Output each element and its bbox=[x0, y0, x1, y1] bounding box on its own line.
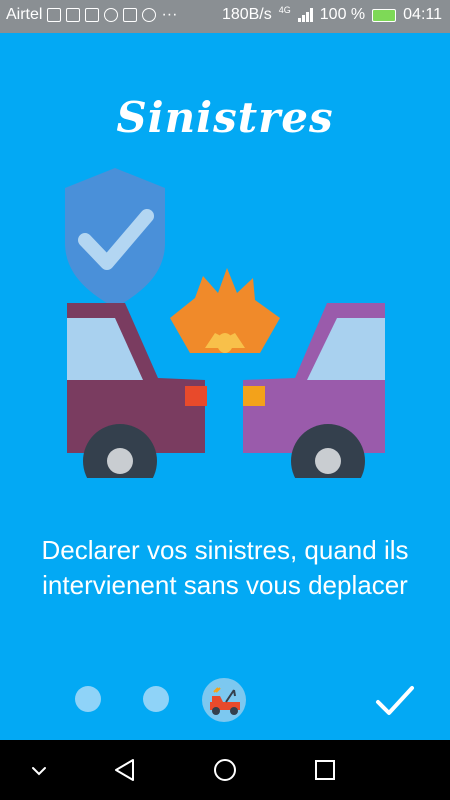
messenger-icon bbox=[142, 8, 157, 22]
status-right: 180B/s 4G 100 % 04:11 bbox=[221, 4, 442, 24]
page-title: Sinistres bbox=[116, 93, 334, 142]
page-indicator-dot-3-active[interactable] bbox=[202, 678, 246, 722]
status-left: Airtel ··· bbox=[6, 6, 177, 24]
onboarding-description: Declarer vos sinistres, quand ils interv… bbox=[41, 535, 409, 600]
battery-percent: 100 % bbox=[319, 6, 366, 23]
tow-truck-icon bbox=[210, 687, 240, 715]
signal-icon bbox=[297, 8, 313, 22]
page-indicator-dot-2[interactable] bbox=[143, 686, 169, 712]
recents-icon[interactable] bbox=[308, 754, 342, 786]
onboarding-screen[interactable]: Sinistres Declarer vos sinistres, quand … bbox=[0, 33, 450, 740]
network-type: 4G bbox=[278, 4, 291, 15]
sim-icon bbox=[47, 8, 62, 22]
clock: 04:11 bbox=[403, 6, 442, 23]
car-crash-insurance-icon bbox=[65, 168, 385, 478]
car-icon bbox=[66, 8, 81, 22]
status-bar: Airtel ··· 180B/s 4G 100 % 04:11 bbox=[0, 0, 450, 33]
home-icon[interactable] bbox=[208, 754, 242, 786]
explosion-icon bbox=[170, 268, 280, 353]
navigation-bar bbox=[0, 740, 450, 800]
page-indicator-dot-1[interactable] bbox=[75, 686, 101, 712]
walk-icon bbox=[85, 8, 100, 22]
network-speed: 180B/s bbox=[221, 6, 272, 23]
back-icon[interactable] bbox=[108, 754, 142, 786]
shield-check-icon bbox=[65, 168, 165, 308]
more-notifications-icon: ··· bbox=[161, 6, 178, 23]
battery-icon bbox=[372, 8, 397, 22]
carrier-name: Airtel bbox=[6, 6, 43, 23]
whatsapp-icon bbox=[104, 8, 119, 22]
image-icon bbox=[123, 8, 138, 22]
collapse-icon[interactable] bbox=[22, 754, 56, 786]
done-check-icon[interactable] bbox=[372, 678, 418, 724]
